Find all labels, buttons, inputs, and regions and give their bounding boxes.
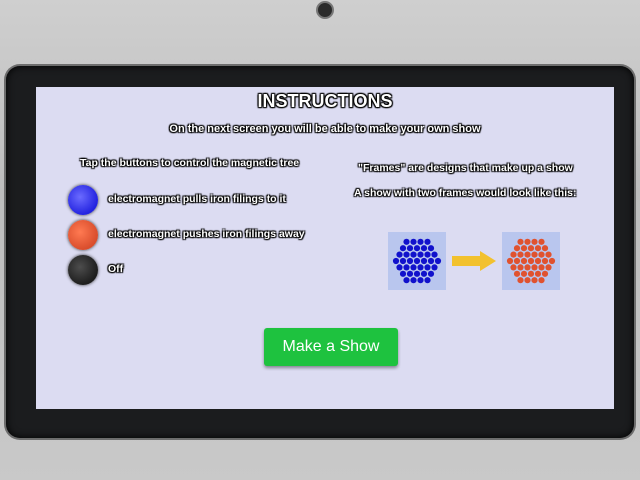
legend-label-pull: electromagnet pulls iron filings to it xyxy=(108,193,286,205)
grid-dot xyxy=(410,251,417,258)
frame-example-red xyxy=(502,232,560,290)
grid-dot xyxy=(420,245,428,252)
grid-dot xyxy=(545,264,552,271)
grid-dot xyxy=(417,238,424,245)
grid-dot xyxy=(513,270,521,277)
grid-dot xyxy=(396,251,403,258)
grid-dot xyxy=(538,264,545,271)
grid-dot xyxy=(427,257,435,265)
grid-dot xyxy=(413,245,421,252)
grid-dot xyxy=(527,245,535,252)
grid-dot xyxy=(538,238,545,245)
grid-dot xyxy=(545,251,552,258)
right-subheading: A show with two frames would look like t… xyxy=(354,187,577,199)
grid-dot xyxy=(403,264,410,271)
grid-dot xyxy=(392,257,400,265)
grid-dot xyxy=(520,245,528,252)
frame-example-blue xyxy=(388,232,446,290)
grid-dot xyxy=(531,264,538,271)
grid-dot xyxy=(413,257,421,265)
grid-dot xyxy=(406,257,414,265)
grid-dot xyxy=(524,277,531,284)
grid-dot xyxy=(406,245,414,252)
grid-dot xyxy=(410,238,417,245)
grid-dot xyxy=(531,251,538,258)
grid-dot xyxy=(427,270,435,277)
grid-dot xyxy=(424,264,431,271)
grid-dot xyxy=(548,257,556,265)
grid-dot xyxy=(406,270,414,277)
grid-dot xyxy=(524,264,531,271)
grid-dot xyxy=(410,277,417,284)
grid-dot xyxy=(399,257,407,265)
black-circle-icon xyxy=(68,255,98,285)
grid-dot xyxy=(541,245,549,252)
blue-circle-icon xyxy=(68,185,98,215)
grid-dot xyxy=(510,251,517,258)
grid-dot xyxy=(403,251,410,258)
grid-dot xyxy=(527,270,535,277)
grid-dot xyxy=(431,251,438,258)
monitor-bezel: INSTRUCTIONS On the next screen you will… xyxy=(6,66,634,438)
grid-dot xyxy=(434,257,442,265)
grid-dot xyxy=(420,270,428,277)
blue-dot-grid-icon xyxy=(392,238,442,284)
grid-dot xyxy=(524,238,531,245)
camera-hole xyxy=(316,1,334,19)
grid-dot xyxy=(531,238,538,245)
legend-label-push: electromagnet pushes iron filings away xyxy=(108,228,305,240)
red-circle-icon xyxy=(68,220,98,250)
red-dot-grid-icon xyxy=(506,238,556,284)
grid-dot xyxy=(534,245,542,252)
legend-label-off: Off xyxy=(108,263,124,275)
grid-dot xyxy=(396,264,403,271)
grid-dot xyxy=(517,277,524,284)
grid-dot xyxy=(541,270,549,277)
grid-dot xyxy=(517,238,524,245)
grid-dot xyxy=(399,245,407,252)
grid-dot xyxy=(520,270,528,277)
grid-dot xyxy=(517,264,524,271)
grid-dot xyxy=(513,245,521,252)
grid-dot xyxy=(417,251,424,258)
grid-dot xyxy=(413,270,421,277)
grid-dot xyxy=(534,270,542,277)
grid-dot xyxy=(527,257,535,265)
grid-dot xyxy=(538,277,545,284)
grid-dot xyxy=(424,251,431,258)
grid-dot xyxy=(506,257,514,265)
grid-dot xyxy=(517,251,524,258)
grid-dot xyxy=(399,270,407,277)
grid-dot xyxy=(524,251,531,258)
grid-dot xyxy=(403,238,410,245)
right-heading: "Frames" are designs that make up a show xyxy=(358,162,573,174)
grid-dot xyxy=(417,264,424,271)
grid-dot xyxy=(531,277,538,284)
grid-dot xyxy=(427,245,435,252)
grid-dot xyxy=(403,277,410,284)
instructions-screen: INSTRUCTIONS On the next screen you will… xyxy=(36,87,614,409)
grid-dot xyxy=(510,264,517,271)
grid-dot xyxy=(420,257,428,265)
grid-dot xyxy=(431,264,438,271)
grid-dot xyxy=(534,257,542,265)
left-heading: Tap the buttons to control the magnetic … xyxy=(80,157,300,169)
grid-dot xyxy=(538,251,545,258)
grid-dot xyxy=(424,238,431,245)
grid-dot xyxy=(541,257,549,265)
page-title: INSTRUCTIONS xyxy=(257,91,393,111)
page-subtitle: On the next screen you will be able to m… xyxy=(169,123,481,135)
arrow-right-icon xyxy=(452,251,496,271)
grid-dot xyxy=(513,257,521,265)
grid-dot xyxy=(410,264,417,271)
grid-dot xyxy=(520,257,528,265)
make-a-show-button[interactable]: Make a Show xyxy=(264,328,398,366)
grid-dot xyxy=(417,277,424,284)
grid-dot xyxy=(424,277,431,284)
